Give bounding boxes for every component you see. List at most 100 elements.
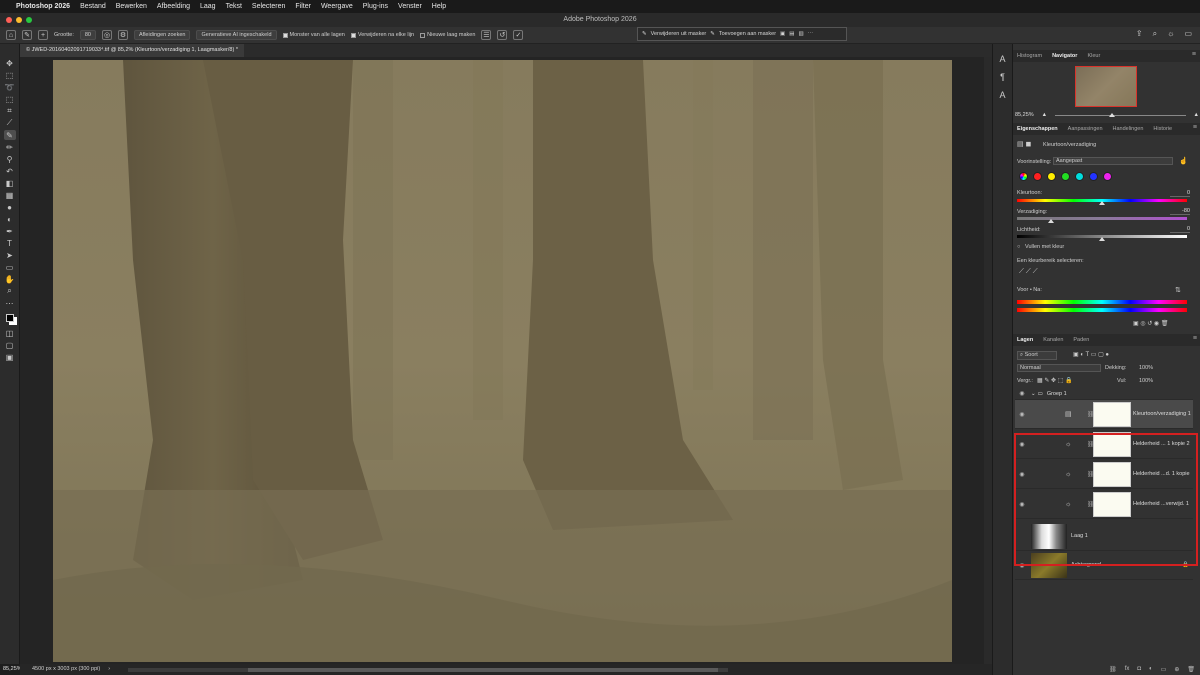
visibility-eye-icon[interactable]: ◉ <box>1017 501 1027 508</box>
remove-tool-icon[interactable]: ✎ <box>3 130 16 140</box>
yellow-swatch[interactable] <box>1047 172 1056 181</box>
menu-bewerken[interactable]: Bewerken <box>116 3 147 10</box>
group-expand-icon[interactable]: ⌄ <box>1031 391 1036 397</box>
opacity-value[interactable]: 100% <box>1139 365 1153 371</box>
remove-each-checkbox[interactable]: Verwijderen na elke lijn <box>350 32 414 38</box>
close-window-button[interactable] <box>6 17 12 23</box>
workspace-icon[interactable]: ▭ <box>1184 29 1192 39</box>
brush-mode-add-icon[interactable]: + <box>38 30 48 40</box>
red-swatch[interactable] <box>1033 172 1042 181</box>
find-distractions-button[interactable]: Afleidingen zoeken <box>134 30 191 40</box>
targeted-adjust-icon[interactable]: ☝ <box>1179 157 1188 165</box>
fill-value[interactable]: 100% <box>1139 378 1153 384</box>
menu-afbeelding[interactable]: Afbeelding <box>157 3 190 10</box>
layer-filter-icons[interactable]: ▣ ◐ T ▭ ▢ ● <box>1073 351 1109 358</box>
master-swatch[interactable] <box>1019 172 1028 181</box>
frame-icon[interactable]: ▣ <box>4 352 16 362</box>
object-select-tool-icon[interactable]: ⬚ <box>4 94 16 104</box>
app-menu[interactable]: Photoshop 2026 <box>16 3 70 10</box>
layer-mask-thumbnail[interactable] <box>1093 402 1131 427</box>
sample-all-checkbox[interactable]: Monster van alle lagen <box>282 32 345 38</box>
visibility-eye-icon[interactable]: ◉ <box>1017 411 1027 418</box>
tab-aanpassingen[interactable]: Aanpassingen <box>1068 126 1103 132</box>
share-icon[interactable]: ⇪ <box>1136 29 1143 39</box>
before-after-toggle-icon[interactable]: ⇅ <box>1175 286 1181 294</box>
add-to-mask-button[interactable]: Toevoegen aan masker <box>719 31 776 37</box>
mask-option-icon[interactable]: ▣ <box>780 31 785 37</box>
tab-handelingen[interactable]: Handelingen <box>1113 126 1144 132</box>
document-tab[interactable]: © JWED-20160402091719033⁴.tif @ 85,2% (K… <box>20 44 244 57</box>
new-adjustment-icon[interactable]: ◐ <box>1149 666 1153 672</box>
tab-historie[interactable]: Historie <box>1153 126 1172 132</box>
more-tools-icon[interactable]: ⋯ <box>4 298 16 308</box>
blur-tool-icon[interactable]: ● <box>4 202 16 212</box>
lasso-tool-icon[interactable]: ➰ <box>4 82 16 92</box>
zoom-level[interactable]: 85,25% <box>3 664 22 675</box>
visibility-eye-icon[interactable]: ◉ <box>1017 390 1027 397</box>
delete-layer-icon[interactable]: 🗑 <box>1187 666 1195 673</box>
navigator-zoom-slider[interactable] <box>1055 112 1186 117</box>
commit-check-icon[interactable]: ✓ <box>513 30 524 40</box>
tab-kleur[interactable]: Kleur <box>1087 53 1100 59</box>
comment-icon[interactable]: ☰ <box>481 30 492 40</box>
saturation-slider[interactable] <box>1017 217 1187 220</box>
properties-footer-icons[interactable]: ▣ ◎ ↺ ◉ 🗑 <box>1133 320 1168 327</box>
zoom-out-icon[interactable]: ▲ <box>1042 112 1047 118</box>
menu-weergave[interactable]: Weergave <box>321 3 353 10</box>
new-layer-icon[interactable]: ⊕ <box>1174 666 1179 673</box>
layer-filter-dropdown[interactable]: ⌕ Soort <box>1017 351 1057 360</box>
status-arrow-icon[interactable]: › <box>108 664 110 675</box>
size-field[interactable]: 80 <box>79 30 96 40</box>
invert-mask-icon[interactable]: ▤ <box>789 31 794 37</box>
remove-tool-icon[interactable]: ✎ <box>22 30 32 40</box>
document-canvas-image[interactable] <box>53 60 952 662</box>
eraser-tool-icon[interactable]: ◧ <box>4 178 16 188</box>
menu-laag[interactable]: Laag <box>200 3 216 10</box>
history-brush-tool-icon[interactable]: ↶ <box>4 166 16 176</box>
visibility-eye-icon[interactable]: ◉ <box>1017 441 1027 448</box>
layer-thumbnail[interactable] <box>1031 553 1067 578</box>
layer-thumbnail[interactable] <box>1031 524 1067 549</box>
remove-from-mask-button[interactable]: Verwijderen uit masker <box>651 31 707 37</box>
menu-venster[interactable]: Venster <box>398 3 422 10</box>
mask-settings-icon[interactable]: ▥ <box>798 31 803 37</box>
lightness-value[interactable]: 0 <box>1170 226 1190 233</box>
visibility-eye-icon[interactable]: ◉ <box>1017 562 1027 569</box>
link-layers-icon[interactable]: ⛓ <box>1109 666 1117 673</box>
zoom-window-button[interactable] <box>26 17 32 23</box>
layer-mask-thumbnail[interactable] <box>1093 492 1131 517</box>
layer-mask-thumbnail[interactable] <box>1093 432 1131 457</box>
layer-row-background[interactable]: ◉ Achtergrond 🔒 <box>1015 551 1193 580</box>
minimize-window-button[interactable] <box>16 17 22 23</box>
undo-icon[interactable]: ↺ <box>497 30 508 40</box>
menu-selecteren[interactable]: Selecteren <box>252 3 285 10</box>
cyan-swatch[interactable] <box>1075 172 1084 181</box>
menu-bestand[interactable]: Bestand <box>80 3 106 10</box>
layer-mask-thumbnail[interactable] <box>1093 462 1131 487</box>
crop-tool-icon[interactable]: ⌗ <box>4 106 16 116</box>
screen-mode-icon[interactable]: ▢ <box>4 340 16 350</box>
preset-dropdown[interactable]: Aangepast <box>1053 157 1173 165</box>
tab-histogram[interactable]: Histogram <box>1017 53 1042 59</box>
lock-icons[interactable]: ▦ ✎ ✥ ⬚ 🔒 <box>1037 377 1073 384</box>
blend-mode-dropdown[interactable]: Normaal <box>1017 364 1101 372</box>
hand-tool-icon[interactable]: ✋ <box>4 274 16 284</box>
zoom-tool-icon[interactable]: ⌕ <box>4 286 16 296</box>
green-swatch[interactable] <box>1061 172 1070 181</box>
hue-slider-thumb[interactable] <box>1099 201 1105 205</box>
colorize-checkbox[interactable]: ○ <box>1017 244 1020 250</box>
zoom-in-icon[interactable]: ▲ <box>1194 112 1199 118</box>
navigator-thumbnail[interactable] <box>1075 66 1137 107</box>
gen-ai-dropdown[interactable]: Generatieve AI ingeschakeld <box>196 30 277 40</box>
layer-group[interactable]: ◉ ⌄ ▭ Groep 1 <box>1015 388 1193 400</box>
layer-row-brightness-copy2[interactable]: ◉ ☼ ⛓ Helderheid ... 1 kopie 2 <box>1015 430 1193 459</box>
lightness-slider-thumb[interactable] <box>1099 237 1105 241</box>
tab-paden[interactable]: Paden <box>1073 337 1089 343</box>
tab-eigenschappen[interactable]: Eigenschappen <box>1017 126 1058 132</box>
magenta-swatch[interactable] <box>1103 172 1112 181</box>
tab-kanalen[interactable]: Kanalen <box>1043 337 1063 343</box>
panel-menu-icon[interactable]: ≡ <box>1192 51 1196 58</box>
menu-plugins[interactable]: Plug-ins <box>363 3 388 10</box>
eyedropper-tool-icon[interactable]: ⟋ <box>4 118 16 128</box>
more-options-icon[interactable]: ⋯ <box>808 31 814 37</box>
